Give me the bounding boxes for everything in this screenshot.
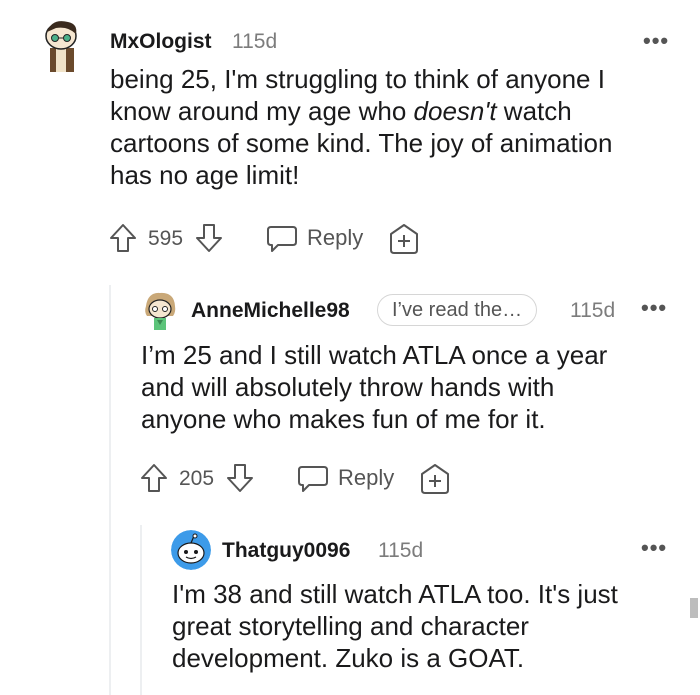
avatar[interactable] [140,290,180,330]
vote-count: 205 [179,467,215,490]
comment-line: has no age limit! [110,160,300,190]
thread-line[interactable] [109,285,111,695]
comment-line: great storytelling and character [172,611,529,641]
comment-line: development. Zuko is a GOAT. [172,643,525,673]
username[interactable]: Thatguy0096 [222,539,350,563]
reply-button[interactable]: Reply [338,465,394,491]
comment-body: I’m 25 and I still watch ATLA once a yea… [141,339,607,435]
comment-line: and will absolutely throw hands with [141,372,555,402]
username[interactable]: MxOlogist [110,30,212,54]
upvote-icon[interactable] [108,222,138,254]
comment-line: anyone who makes fun of me for it. [141,404,546,434]
more-options-button[interactable]: ••• [641,297,667,319]
snoo-avatar-icon [171,530,211,570]
award-icon[interactable] [387,222,421,256]
downvote-icon[interactable] [225,462,255,494]
reply-icon[interactable] [297,464,329,494]
scrollbar-thumb[interactable] [690,598,698,618]
reply-button[interactable]: Reply [307,225,363,251]
thread-line[interactable] [140,525,142,695]
more-options-button[interactable]: ••• [643,30,669,52]
downvote-icon[interactable] [194,222,224,254]
more-options-button[interactable]: ••• [641,537,667,559]
timestamp: 115d [378,539,424,562]
snoo-avatar-icon [145,292,176,330]
award-icon[interactable] [418,462,452,496]
comment-line: I'm 38 and still watch ATLA too. It's ju… [172,579,618,609]
comment-body: I'm 38 and still watch ATLA too. It's ju… [172,578,618,674]
user-flair: I’ve read the… [377,294,538,326]
vote-count: 595 [148,227,184,250]
emphasis-text: doesn't [413,96,497,126]
timestamp: 115d [232,30,278,53]
comment-body: being 25, I'm struggling to think of any… [110,63,612,191]
comment-line: cartoons of some kind. The joy of animat… [110,128,613,158]
avatar[interactable] [38,14,84,72]
comment-line: know around my age who doesn't watch [110,96,572,126]
reply-icon[interactable] [266,224,298,254]
username[interactable]: AnneMichelle98 [191,299,350,323]
upvote-icon[interactable] [139,462,169,494]
comment-line: being 25, I'm struggling to think of any… [110,64,605,94]
snoo-avatar-icon [45,21,77,72]
avatar[interactable] [171,530,211,570]
timestamp: 115d [570,299,616,322]
comment-line: I’m 25 and I still watch ATLA once a yea… [141,340,608,370]
